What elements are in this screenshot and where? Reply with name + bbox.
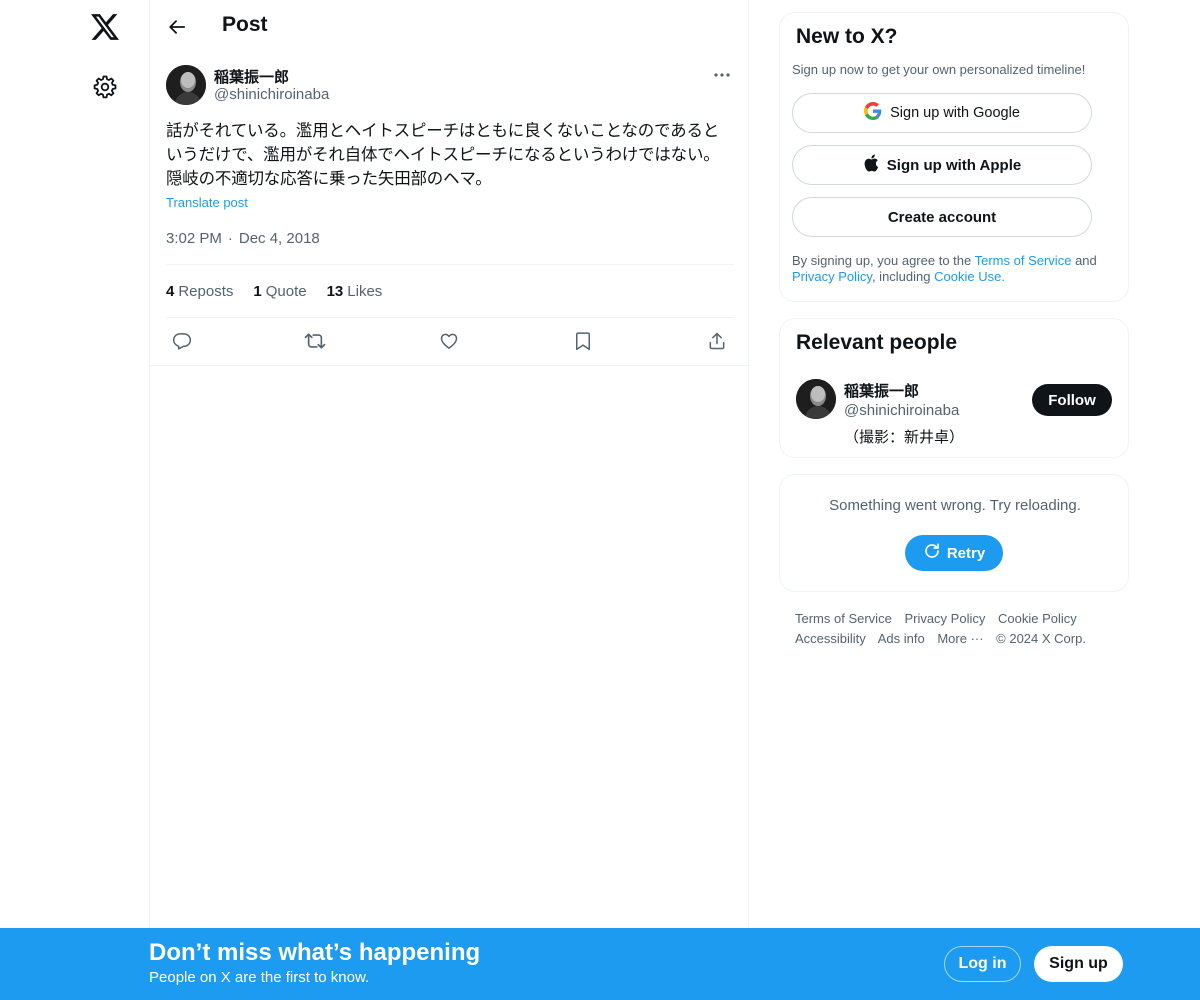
reply-icon[interactable] xyxy=(169,328,195,354)
relevant-person-handle[interactable]: @shinichiroinaba xyxy=(844,402,959,419)
apple-icon xyxy=(863,154,879,176)
back-arrow-icon[interactable] xyxy=(162,12,192,42)
cookie-use-link[interactable]: Cookie Use. xyxy=(934,269,1005,284)
reposts-stat[interactable]: 4 Reposts xyxy=(166,283,233,300)
bottom-bar-subtitle: People on X are the first to know. xyxy=(149,969,370,986)
signup-card-title: New to X? xyxy=(796,25,898,48)
tweet-text: 話がそれている。濫用とヘイトスピーチはともに良くないことなのであるというだけで、… xyxy=(166,121,720,188)
signup-apple-button[interactable]: Sign up with Apple xyxy=(792,145,1092,185)
footer-more-link[interactable]: More ··· xyxy=(937,631,983,646)
signup-google-label: Sign up with Google xyxy=(890,105,1020,121)
login-button[interactable]: Log in xyxy=(944,946,1021,982)
repost-icon[interactable] xyxy=(302,328,328,354)
footer-copyright: © 2024 X Corp. xyxy=(996,631,1086,646)
author-handle[interactable]: @shinichiroinaba xyxy=(214,86,329,103)
relevant-people-title: Relevant people xyxy=(796,331,958,354)
footer-cookie-link[interactable]: Cookie Policy xyxy=(998,611,1077,626)
tweet-stats: 4 Reposts 1 Quote 13 Likes xyxy=(166,283,382,300)
signup-legal-text: By signing up, you agree to the Terms of… xyxy=(792,253,1122,285)
footer-privacy-link[interactable]: Privacy Policy xyxy=(904,611,985,626)
left-nav xyxy=(0,0,150,1000)
legal-and: and xyxy=(1075,253,1097,268)
footer-accessibility-link[interactable]: Accessibility xyxy=(795,631,866,646)
quote-stat[interactable]: 1 Quote xyxy=(253,283,306,300)
tweet-actions xyxy=(166,328,734,354)
relevant-people-card: Relevant people 稲葉振一郎 @shinichiroinaba （… xyxy=(779,318,1129,458)
page-header: Post xyxy=(150,0,750,53)
gear-icon[interactable] xyxy=(89,71,121,103)
privacy-policy-link[interactable]: Privacy Policy xyxy=(792,269,872,284)
terms-of-service-link[interactable]: Terms of Service xyxy=(975,253,1072,268)
legal-including: , including xyxy=(871,269,931,284)
signup-google-button[interactable]: Sign up with Google xyxy=(792,93,1092,133)
follow-button[interactable]: Follow xyxy=(1032,384,1112,416)
footer-terms-link[interactable]: Terms of Service xyxy=(795,611,892,626)
retry-button[interactable]: Retry xyxy=(905,535,1003,571)
signup-card-subtitle: Sign up now to get your own personalized… xyxy=(792,62,1086,77)
refresh-icon xyxy=(923,542,941,564)
share-icon[interactable] xyxy=(704,328,730,354)
google-icon xyxy=(864,102,882,124)
error-message: Something went wrong. Try reloading. xyxy=(829,497,1081,514)
create-account-button[interactable]: Create account xyxy=(792,197,1092,237)
error-card: Something went wrong. Try reloading. Ret… xyxy=(779,474,1129,592)
divider xyxy=(166,264,734,265)
relevant-person-bio: （撮影：新井卓） xyxy=(844,428,965,446)
translate-link[interactable]: Translate post xyxy=(166,195,248,210)
separator-dot: · xyxy=(227,230,233,247)
likes-stat[interactable]: 13 Likes xyxy=(327,283,383,300)
signup-apple-label: Sign up with Apple xyxy=(886,156,1022,174)
tweet-date[interactable]: Dec 4, 2018 xyxy=(239,230,320,247)
tweet-timestamp: 3:02 PM · Dec 4, 2018 xyxy=(166,230,320,247)
divider xyxy=(166,317,734,318)
legal-prefix: By signing up, you agree to the xyxy=(792,253,972,268)
avatar[interactable] xyxy=(796,379,836,419)
divider xyxy=(150,365,750,366)
bottom-bar-title: Don’t miss what’s happening xyxy=(149,939,481,966)
more-icon[interactable] xyxy=(710,65,734,85)
tweet-time[interactable]: 3:02 PM xyxy=(166,230,222,247)
footer-links: Terms of Service Privacy Policy Cookie P… xyxy=(795,609,1115,649)
author-name[interactable]: 稲葉振一郎 xyxy=(214,66,289,87)
avatar[interactable] xyxy=(166,65,206,105)
signup-button[interactable]: Sign up xyxy=(1034,946,1123,982)
footer-ads-info-link[interactable]: Ads info xyxy=(878,631,925,646)
relevant-person-name[interactable]: 稲葉振一郎 xyxy=(844,380,919,401)
like-icon[interactable] xyxy=(436,328,462,354)
main-column: Post 稲葉振一郎 @shinichiroinaba 話がそれている。濫用とヘ… xyxy=(149,0,750,928)
x-logo-icon[interactable] xyxy=(88,10,122,44)
bottom-signup-bar: Don’t miss what’s happening People on X … xyxy=(0,928,1200,1000)
bookmark-icon[interactable] xyxy=(570,328,596,354)
retry-label: Retry xyxy=(946,544,986,562)
tweet-author: 稲葉振一郎 @shinichiroinaba xyxy=(166,65,734,107)
signup-card: New to X? Sign up now to get your own pe… xyxy=(779,12,1129,302)
page-title: Post xyxy=(222,13,268,36)
